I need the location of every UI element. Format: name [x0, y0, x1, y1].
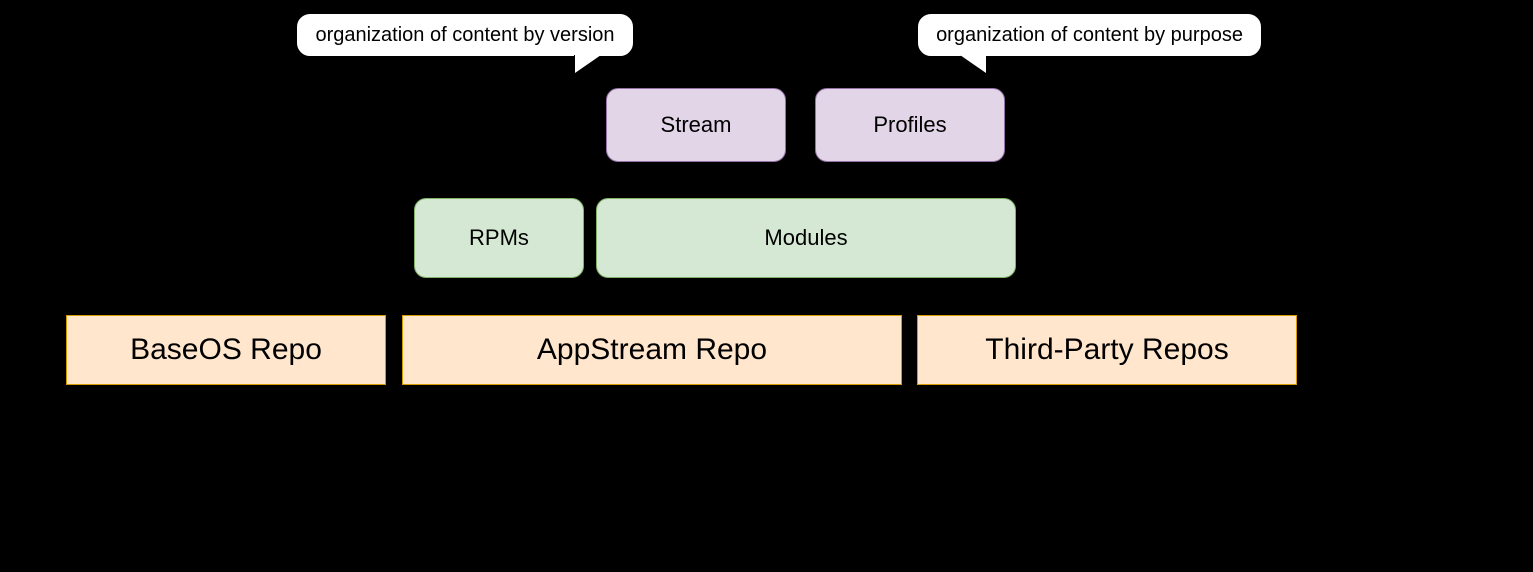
appstream-repo-box: AppStream Repo: [402, 315, 902, 385]
modules-label: Modules: [764, 225, 847, 251]
thirdparty-repo-label: Third-Party Repos: [985, 333, 1228, 367]
rpms-box: RPMs: [414, 198, 584, 278]
profiles-box: Profiles: [815, 88, 1005, 162]
modules-box: Modules: [596, 198, 1016, 278]
stream-box: Stream: [606, 88, 786, 162]
baseos-repo-box: BaseOS Repo: [66, 315, 386, 385]
profiles-callout-text: organization of content by purpose: [936, 24, 1243, 47]
stream-callout: organization of content by version: [296, 13, 634, 57]
profiles-callout-tail: [960, 55, 986, 73]
stream-callout-text: organization of content by version: [315, 24, 614, 47]
profiles-label: Profiles: [873, 112, 946, 138]
appstream-repo-label: AppStream Repo: [537, 333, 767, 367]
baseos-repo-label: BaseOS Repo: [130, 333, 322, 367]
stream-callout-tail: [575, 55, 601, 73]
rpms-label: RPMs: [469, 225, 529, 251]
thirdparty-repo-box: Third-Party Repos: [917, 315, 1297, 385]
stream-label: Stream: [661, 112, 732, 138]
profiles-callout: organization of content by purpose: [917, 13, 1262, 57]
